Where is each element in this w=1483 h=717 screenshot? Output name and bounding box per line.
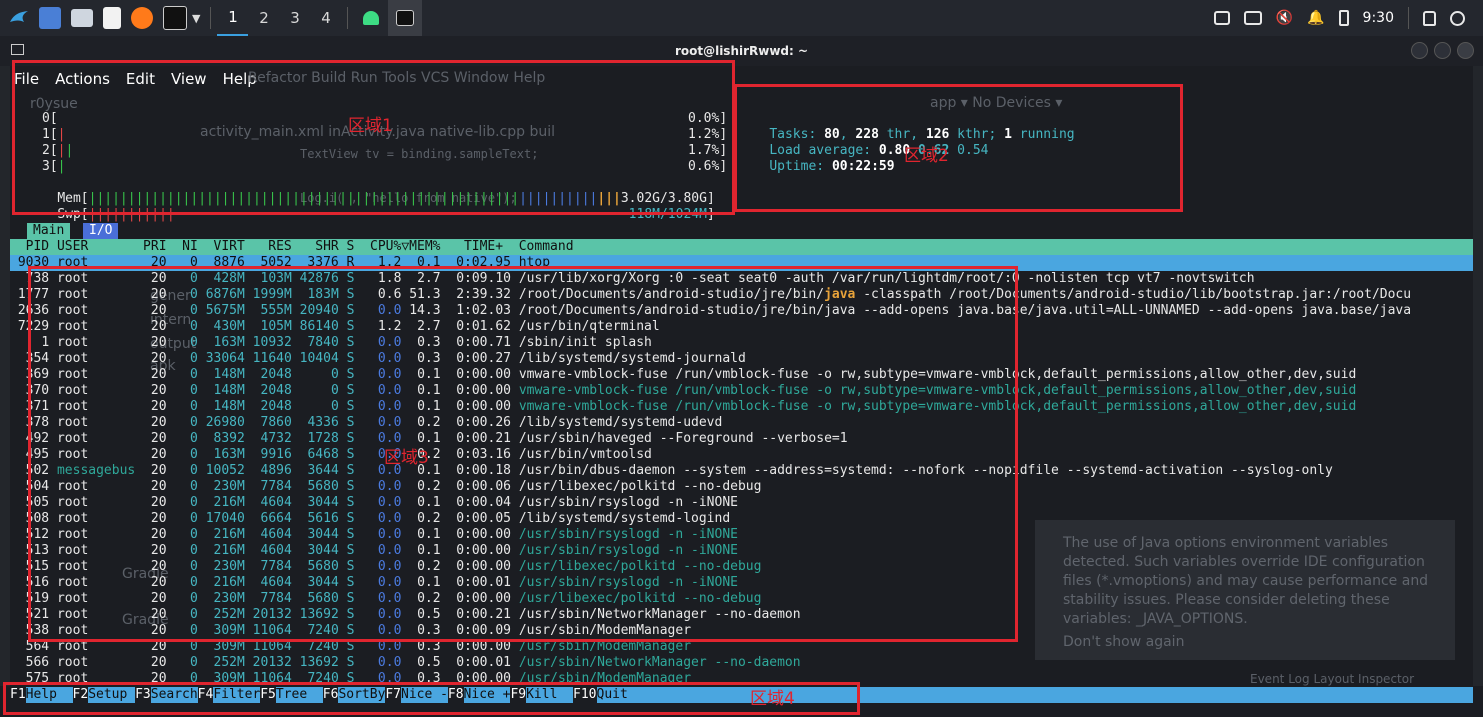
process-time: 0:00.01 xyxy=(456,655,511,670)
process-row[interactable]: 566 root 20 0 252M 20132 13692 S 0.0 0.5… xyxy=(10,655,801,671)
process-shr: 13692 xyxy=(299,655,339,670)
annotation-label-region4: 区域4 xyxy=(750,689,795,709)
tab-io[interactable]: I/O xyxy=(83,223,119,239)
process-pri: 20 xyxy=(150,655,167,670)
process-cpu: 0.0 xyxy=(377,655,402,670)
process-mem: 0.5 xyxy=(417,655,441,670)
process-ni: 0 xyxy=(190,655,198,670)
process-pid: 566 xyxy=(25,655,50,670)
annotation-label-region2: 区域2 xyxy=(904,146,949,166)
process-res: 20132 xyxy=(252,655,292,670)
process-table-header[interactable]: PID USER PRI NI VIRT RES SHR S CPU%▽MEM%… xyxy=(10,239,1473,255)
annotation-box-region2 xyxy=(734,84,1183,212)
process-cmd: /usr/sbin/NetworkManager --no-daemon xyxy=(518,655,801,670)
annotation-label-region3: 区域3 xyxy=(384,448,429,468)
tab-main[interactable]: Main xyxy=(27,223,71,239)
process-user: root xyxy=(56,655,89,670)
annotation-box-region3 xyxy=(28,266,1018,642)
annotation-box-region1 xyxy=(12,60,735,215)
annotation-label-region1: 区域1 xyxy=(348,116,393,136)
annotation-box-region4 xyxy=(3,682,860,715)
process-virt: 252M xyxy=(213,655,245,670)
